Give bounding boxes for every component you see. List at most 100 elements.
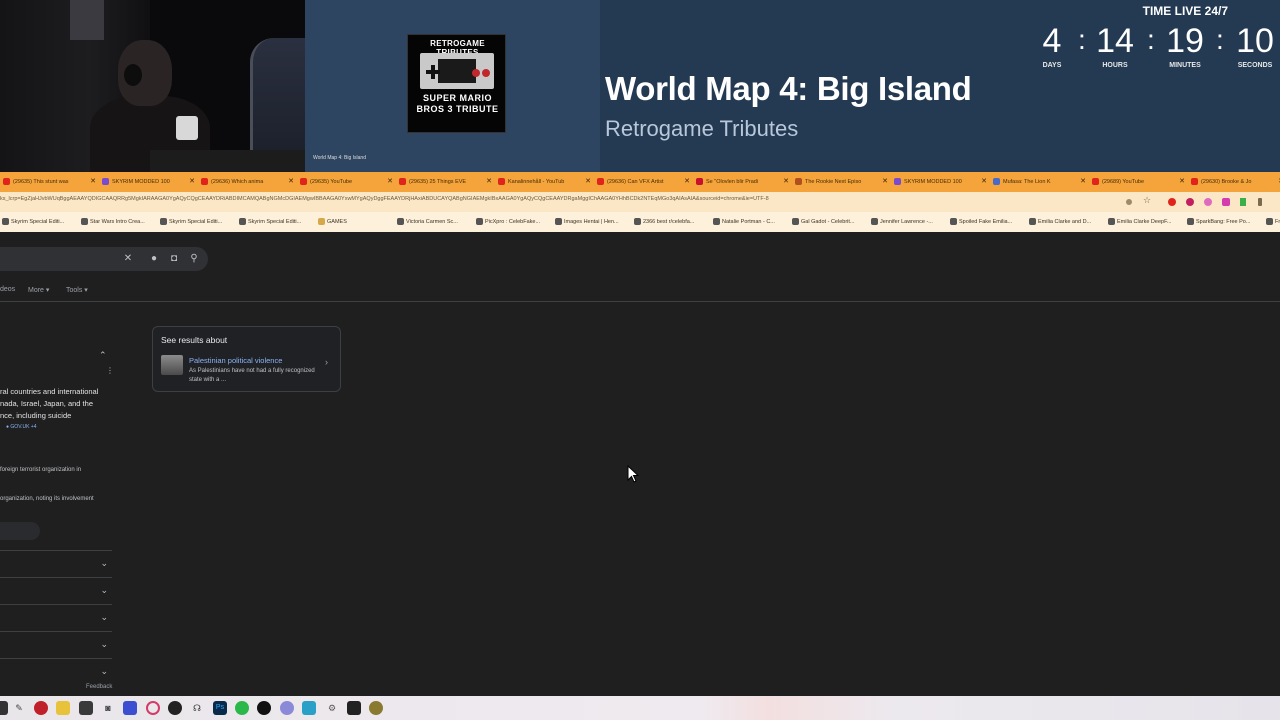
pill-button[interactable] <box>0 522 40 540</box>
result-line: nce, including suicide <box>0 411 72 420</box>
obs-icon[interactable] <box>168 701 182 715</box>
chevron-up-icon[interactable]: ⌃ <box>99 350 107 361</box>
more-options-icon[interactable]: ⋮ <box>106 366 114 375</box>
pen-icon[interactable]: ✎ <box>12 701 26 715</box>
app-icon[interactable] <box>123 701 137 715</box>
browser-tab[interactable]: SKYRIM MODDED 100 ✕ <box>99 172 198 192</box>
app-icon[interactable] <box>257 701 271 715</box>
browser-tab[interactable]: (29636) Can VFX Artist ✕ <box>594 172 693 192</box>
browser-tab[interactable]: (29636) Which anima ✕ <box>198 172 297 192</box>
microphone-icon[interactable]: ● <box>146 251 162 267</box>
filter-tools[interactable]: Tools ▾ <box>66 286 88 294</box>
chevron-right-icon[interactable]: › <box>325 357 328 367</box>
bookmark-item[interactable]: Images Hentai | Hen... <box>553 212 632 232</box>
bookmark-item[interactable]: SparkBang: Free Po... <box>1185 212 1264 232</box>
source-chip[interactable]: ● GOV.UK +4 <box>6 424 37 430</box>
close-tab-icon[interactable]: ✕ <box>387 172 393 192</box>
camera-search-icon[interactable]: ◘ <box>166 251 182 267</box>
filter-videos[interactable]: deos <box>0 286 15 293</box>
menu-icon[interactable] <box>1258 198 1262 206</box>
bookmark-folder[interactable]: GAMES <box>316 212 395 232</box>
close-tab-icon[interactable]: ✕ <box>981 172 987 192</box>
extension-icon[interactable] <box>1204 198 1212 206</box>
bookmark-label: Natalie Portman - C... <box>722 219 775 225</box>
bookmark-label: Emilia Clarke and D... <box>1038 219 1092 225</box>
bookmark-item[interactable]: Jennifer Lawrence -... <box>869 212 948 232</box>
accordion-row[interactable]: ⌄ <box>0 604 112 631</box>
accordion-row[interactable]: ⌄ <box>0 577 112 604</box>
youtube-icon <box>498 178 505 185</box>
browser-tab[interactable]: (29689) YouTube ✕ <box>1089 172 1188 192</box>
bookmark-item[interactable]: Skyrim Special Editi... <box>237 212 316 232</box>
chevron-down-icon: ⌄ <box>100 585 108 595</box>
close-tab-icon[interactable]: ✕ <box>1080 172 1086 192</box>
bookmark-item[interactable]: Spoiled Fake Emilia... <box>948 212 1027 232</box>
folder-icon[interactable] <box>56 701 70 715</box>
close-tab-icon[interactable]: ✕ <box>486 172 492 192</box>
close-tab-icon[interactable]: ✕ <box>684 172 690 192</box>
browser-tab[interactable]: (29635) YouTube ✕ <box>297 172 396 192</box>
topic-thumbnail[interactable] <box>161 355 183 375</box>
accordion-row[interactable]: ⌄ <box>0 631 112 658</box>
search-icon[interactable]: ⚲ <box>186 251 202 267</box>
browser-tab[interactable]: Mufasa: The Lion K ✕ <box>990 172 1089 192</box>
taskbar-icon[interactable] <box>0 701 8 715</box>
download-icon[interactable] <box>1240 198 1246 206</box>
filter-more[interactable]: More ▾ <box>28 286 49 294</box>
location-icon[interactable] <box>1126 199 1132 205</box>
tab-title: SKYRIM MODDED 100 <box>904 179 962 185</box>
bookmark-item[interactable]: Free Porn Videos D... <box>1264 212 1280 232</box>
browser-tab[interactable]: Se "Olovlen blir Pradi ✕ <box>693 172 792 192</box>
browser-tab[interactable]: (29635) This stunt was ✕ <box>0 172 99 192</box>
bookmark-item[interactable]: PicXpro : CelebFake... <box>474 212 553 232</box>
extension-icon[interactable] <box>1186 198 1194 206</box>
bookmark-favicon-icon <box>2 218 9 225</box>
bookmark-item[interactable]: Skyrim Special Editi... <box>0 212 79 232</box>
app-icon[interactable] <box>369 701 383 715</box>
close-tab-icon[interactable]: ✕ <box>90 172 96 192</box>
bookmark-item[interactable]: Emilia Clarke DeepF... <box>1106 212 1185 232</box>
close-tab-icon[interactable]: ✕ <box>783 172 789 192</box>
browser-tab[interactable]: The Rookie Next Episo ✕ <box>792 172 891 192</box>
bookmark-favicon-icon <box>1187 218 1194 225</box>
close-tab-icon[interactable]: ✕ <box>882 172 888 192</box>
opera-icon[interactable] <box>34 701 48 715</box>
address-bar[interactable]: ks_lcrp=EgZjaHJvbWUqBggAEAAYQDIGCAAQRRg5… <box>0 192 1280 212</box>
bookmark-item[interactable]: Skyrim Special Editi... <box>158 212 237 232</box>
clear-icon[interactable]: ✕ <box>120 251 136 267</box>
bookmark-item[interactable]: Gal Gadot - Celebrit... <box>790 212 869 232</box>
app-icon[interactable] <box>235 701 249 715</box>
notes-icon[interactable] <box>302 701 316 715</box>
bookmark-item[interactable]: Emilia Clarke and D... <box>1027 212 1106 232</box>
bookmark-item[interactable]: Natalie Portman - C... <box>711 212 790 232</box>
search-input[interactable]: ✕ ● ◘ ⚲ <box>0 247 208 271</box>
browser-tab[interactable]: (29635) 25 Things EVE ✕ <box>396 172 495 192</box>
headphones-icon[interactable]: ☊ <box>190 701 204 715</box>
close-tab-icon[interactable]: ✕ <box>585 172 591 192</box>
browser-tab[interactable]: Kanalinnehåll - YouTub ✕ <box>495 172 594 192</box>
browser-tab[interactable]: (29630) Brooke & Jo✕ <box>1188 172 1280 192</box>
close-tab-icon[interactable]: ✕ <box>189 172 195 192</box>
close-tab-icon[interactable]: ✕ <box>1179 172 1185 192</box>
close-tab-icon[interactable]: ✕ <box>288 172 294 192</box>
feedback-link[interactable]: Feedback <box>86 684 112 690</box>
chevron-down-icon: ⌄ <box>100 639 108 649</box>
bookmark-item[interactable]: Star Wars Intro Crea... <box>79 212 158 232</box>
app-icon[interactable] <box>280 701 294 715</box>
accordion-row[interactable]: ⌄ <box>0 658 112 685</box>
gear-icon[interactable]: ⚙ <box>325 701 339 715</box>
bookmark-star-icon[interactable]: ☆ <box>1143 195 1153 205</box>
app-icon[interactable] <box>347 701 361 715</box>
url-text[interactable]: ks_lcrp=EgZjaHJvbWUqBggAEAAYQDIGCAAQRRg5… <box>0 196 1100 202</box>
bookmark-item[interactable]: 2366 best r/celebfa... <box>632 212 711 232</box>
extension-icon[interactable] <box>1222 198 1230 206</box>
app-icon[interactable] <box>79 701 93 715</box>
opera-extension-icon[interactable] <box>1168 198 1176 206</box>
accordion-row[interactable]: ⌄ <box>0 550 112 577</box>
camera-icon[interactable]: ◙ <box>101 701 115 715</box>
topic-link[interactable]: Palestinian political violence <box>189 356 282 365</box>
opera-gx-icon[interactable] <box>146 701 160 715</box>
browser-tab[interactable]: SKYRIM MODDED 100 ✕ <box>891 172 990 192</box>
photoshop-icon[interactable]: Ps <box>213 701 227 715</box>
bookmark-item[interactable]: Victoria Carmen Sc... <box>395 212 474 232</box>
